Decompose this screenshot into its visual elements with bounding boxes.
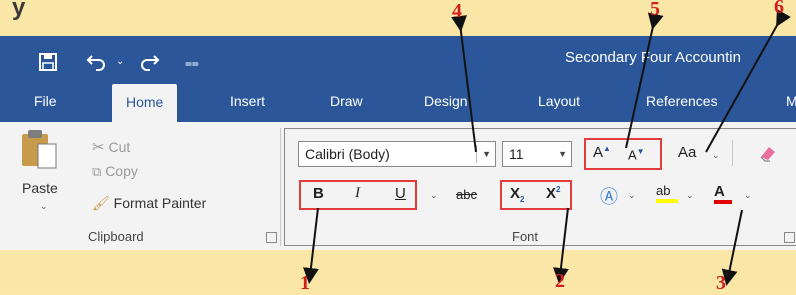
annotation-number-3: 3 (716, 272, 726, 294)
annotation-number-6: 6 (774, 0, 784, 18)
annotation-arrow-2 (552, 207, 569, 284)
annotation-number-1: 1 (300, 272, 310, 294)
annotation-number-2: 2 (555, 270, 565, 292)
annotation-arrows (302, 9, 791, 286)
annotation-number-4: 4 (452, 0, 462, 22)
annotation-number-5: 5 (650, 0, 660, 20)
annotation-arrow-4 (451, 15, 477, 153)
annotation-arrow-3 (721, 209, 743, 286)
annotation-arrow-5 (625, 12, 664, 149)
annotation-arrow-1 (302, 207, 319, 284)
annotation-arrow-6 (705, 9, 791, 153)
